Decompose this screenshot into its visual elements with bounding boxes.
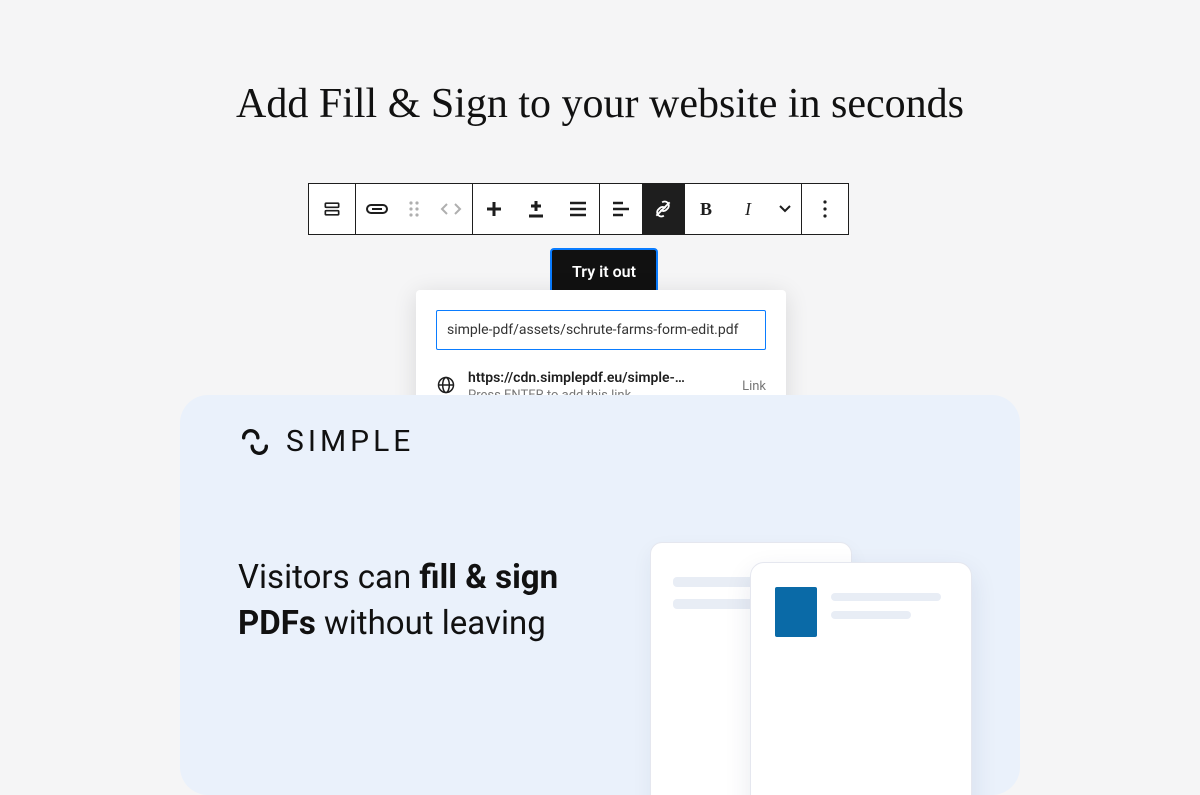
link-input-wrap: [416, 290, 786, 366]
link-url-input[interactable]: [436, 310, 766, 350]
promo-logo: SIMPLE: [238, 424, 414, 459]
text-more-button[interactable]: [769, 184, 801, 234]
align-button[interactable]: [557, 184, 599, 234]
unlink-icon: [653, 199, 673, 219]
more-options-button[interactable]: [802, 184, 848, 234]
italic-button[interactable]: I: [727, 184, 769, 234]
promo-heading: Visitors can fill & sign PDFs without le…: [238, 555, 558, 647]
bold-button[interactable]: B: [685, 184, 727, 234]
toolbar-group-overflow: [801, 183, 849, 235]
drag-icon: [408, 200, 420, 218]
page-headline: Add Fill & Sign to your website in secon…: [0, 80, 1200, 128]
drag-handle[interactable]: [398, 184, 430, 234]
promo-heading-strong1: fill & sign: [419, 558, 558, 597]
promo-heading-part1: Visitors can: [238, 558, 419, 597]
justify-icon: [612, 201, 630, 217]
transform-icon: [365, 200, 389, 218]
toolbar-group-insert: [472, 183, 600, 235]
logo-icon: [238, 425, 272, 459]
chevron-down-icon: [778, 204, 792, 214]
promo-doc-line: [831, 611, 911, 619]
align-icon: [569, 201, 587, 217]
add-before-button[interactable]: [473, 184, 515, 234]
link-button[interactable]: [642, 184, 684, 234]
toolbar-group-block: [308, 183, 356, 235]
block-type-button[interactable]: [309, 184, 355, 234]
promo-heading-part3: without leaving: [316, 604, 546, 643]
link-suggestion-title: https://cdn.simplepdf.eu/simple-…: [468, 370, 730, 386]
promo-doc-line: [831, 593, 941, 601]
plus-below-icon: [527, 200, 545, 218]
add-after-button[interactable]: [515, 184, 557, 234]
kebab-icon: [822, 200, 828, 218]
promo-panel: SIMPLE Visitors can fill & sign PDFs wit…: [180, 395, 1020, 795]
promo-brand: SIMPLE: [286, 424, 414, 459]
justify-button[interactable]: [600, 184, 642, 234]
toolbar-group-transform: [355, 183, 473, 235]
plus-icon: [485, 200, 503, 218]
link-suggestion-kind: Link: [742, 379, 766, 394]
block-type-icon: [322, 199, 342, 219]
block-toolbar: B I: [308, 183, 849, 235]
transform-button[interactable]: [356, 184, 398, 234]
promo-heading-strong2: PDFs: [238, 604, 316, 643]
promo-doc-thumb: [775, 587, 817, 637]
edit-html-button[interactable]: [430, 184, 472, 234]
code-icon: [440, 201, 462, 217]
toolbar-group-link: [599, 183, 685, 235]
promo-doc-front: [750, 562, 972, 795]
toolbar-group-text: B I: [684, 183, 802, 235]
try-it-out-button[interactable]: Try it out: [550, 248, 658, 295]
